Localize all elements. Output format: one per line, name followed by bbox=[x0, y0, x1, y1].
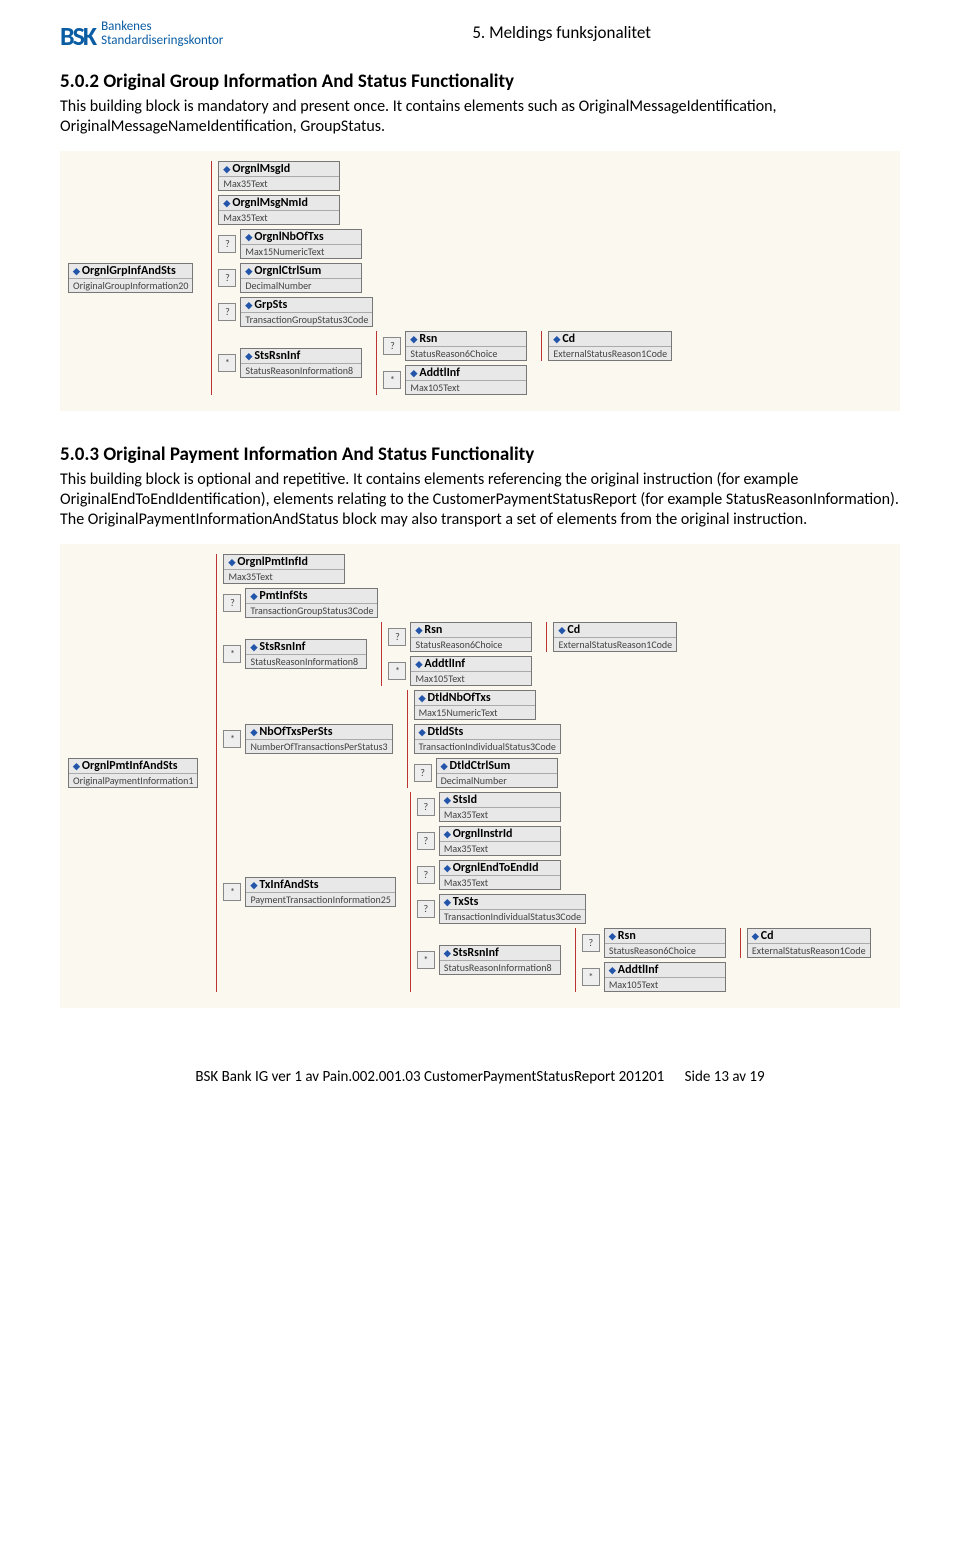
diamond-icon: ◆ bbox=[419, 727, 426, 738]
schema-node-orgnlctrlsum: ◆OrgnlCtrlSumDecimalNumber bbox=[240, 263, 362, 293]
diamond-icon: ◆ bbox=[444, 863, 451, 874]
schema-node-pmtinfsts: ◆PmtInfStsTransactionGroupStatus3Code bbox=[245, 588, 378, 618]
page-header: BSK Bankenes Standardiseringskontor 5. M… bbox=[60, 20, 900, 52]
schema-node-cd: ◆CdExternalStatusReason1Code bbox=[553, 622, 677, 652]
schema-node-dtldsts: ◆DtldStsTransactionIndividualStatus3Code bbox=[414, 724, 561, 754]
diamond-icon: ◆ bbox=[752, 931, 759, 942]
schema-node-dtldctrlsum: ◆DtldCtrlSumDecimalNumber bbox=[436, 758, 558, 788]
diamond-icon: ◆ bbox=[410, 334, 417, 345]
schema-node-addtlinf: ◆AddtlInfMax105Text bbox=[405, 365, 527, 395]
diamond-icon: ◆ bbox=[419, 693, 426, 704]
schema-node-txsts: ◆TxStsTransactionIndividualStatus3Code bbox=[439, 894, 586, 924]
section-502-heading: 5.0.2 Original Group Information And Sta… bbox=[60, 70, 900, 93]
occurrence-indicator: * bbox=[582, 968, 600, 986]
section-503-heading: 5.0.3 Original Payment Information And S… bbox=[60, 443, 900, 466]
schema-node-orgnlendtoendid: ◆OrgnlEndToEndIdMax35Text bbox=[439, 860, 561, 890]
schema-node-orgnlinstrid: ◆OrgnlInstrIdMax35Text bbox=[439, 826, 561, 856]
footer-doc: BSK Bank IG ver 1 av Pain.002.001.03 Cus… bbox=[195, 1068, 664, 1086]
diamond-icon: ◆ bbox=[609, 931, 616, 942]
occurrence-indicator: * bbox=[417, 951, 435, 969]
schema-node-stsrsninf: ◆StsRsnInfStatusReasonInformation8 bbox=[240, 348, 362, 378]
diamond-icon: ◆ bbox=[250, 642, 257, 653]
diamond-icon: ◆ bbox=[73, 761, 80, 772]
occurrence-indicator: ? bbox=[582, 934, 600, 952]
diamond-icon: ◆ bbox=[228, 557, 235, 568]
logo-symbol: BSK bbox=[60, 20, 95, 52]
diamond-icon: ◆ bbox=[410, 368, 417, 379]
schema-node-orgnlpmtinfid: ◆OrgnlPmtInfIdMax35Text bbox=[223, 554, 345, 584]
diagram-orgnlgrpinfandsts: ◆OrgnlGrpInfAndStsOriginalGroupInformati… bbox=[60, 151, 900, 411]
occurrence-indicator: ? bbox=[417, 866, 435, 884]
diamond-icon: ◆ bbox=[553, 334, 560, 345]
schema-node-orgnlnboftxs: ◆OrgnlNbOfTxsMax15NumericText bbox=[240, 229, 362, 259]
occurrence-indicator: ? bbox=[388, 628, 406, 646]
occurrence-indicator: * bbox=[383, 371, 401, 389]
schema-node-cd: ◆CdExternalStatusReason1Code bbox=[747, 928, 871, 958]
schema-node-nboftxspersts: ◆NbOfTxsPerStsNumberOfTransactionsPerSta… bbox=[245, 724, 392, 754]
diamond-icon: ◆ bbox=[245, 351, 252, 362]
diamond-icon: ◆ bbox=[444, 829, 451, 840]
diamond-icon: ◆ bbox=[415, 659, 422, 670]
schema-node-dtldnboftxs: ◆DtldNbOfTxsMax15NumericText bbox=[414, 690, 536, 720]
diamond-icon: ◆ bbox=[441, 761, 448, 772]
page-footer: BSK Bank IG ver 1 av Pain.002.001.03 Cus… bbox=[60, 1068, 900, 1106]
header-title: 5. Meldings funksjonalitet bbox=[223, 22, 900, 43]
diamond-icon: ◆ bbox=[245, 300, 252, 311]
diamond-icon: ◆ bbox=[250, 727, 257, 738]
schema-node-addtlinf: ◆AddtlInfMax105Text bbox=[604, 962, 726, 992]
occurrence-indicator: ? bbox=[223, 594, 241, 612]
schema-node-stsid: ◆StsIdMax35Text bbox=[439, 792, 561, 822]
schema-node-orgnlmsgid: ◆OrgnlMsgIdMax35Text bbox=[218, 161, 340, 191]
diamond-icon: ◆ bbox=[558, 625, 565, 636]
logo-text: Bankenes Standardiseringskontor bbox=[101, 20, 223, 47]
schema-node-orgnlpmtinfandsts: ◆OrgnlPmtInfAndStsOriginalPaymentInforma… bbox=[68, 758, 198, 788]
schema-node-orgnlgrpinfandsts: ◆OrgnlGrpInfAndStsOriginalGroupInformati… bbox=[68, 263, 193, 293]
diamond-icon: ◆ bbox=[223, 164, 230, 175]
occurrence-indicator: ? bbox=[417, 900, 435, 918]
schema-node-cd: ◆CdExternalStatusReason1Code bbox=[548, 331, 672, 361]
occurrence-indicator: * bbox=[223, 730, 241, 748]
diamond-icon: ◆ bbox=[245, 232, 252, 243]
schema-node-stsrsninf: ◆StsRsnInfStatusReasonInformation8 bbox=[245, 639, 367, 669]
schema-node-rsn: ◆RsnStatusReason6Choice bbox=[604, 928, 726, 958]
occurrence-indicator: * bbox=[223, 883, 241, 901]
logo: BSK Bankenes Standardiseringskontor bbox=[60, 20, 223, 52]
schema-node-rsn: ◆RsnStatusReason6Choice bbox=[410, 622, 532, 652]
diamond-icon: ◆ bbox=[444, 948, 451, 959]
occurrence-indicator: * bbox=[218, 354, 236, 372]
schema-node-grpsts: ◆GrpStsTransactionGroupStatus3Code bbox=[240, 297, 373, 327]
occurrence-indicator: ? bbox=[383, 337, 401, 355]
schema-node-rsn: ◆RsnStatusReason6Choice bbox=[405, 331, 527, 361]
diamond-icon: ◆ bbox=[73, 266, 80, 277]
diagram-orgnlpmtinfandsts: ◆OrgnlPmtInfAndStsOriginalPaymentInforma… bbox=[60, 544, 900, 1008]
schema-node-txinfandsts: ◆TxInfAndStsPaymentTransactionInformatio… bbox=[245, 877, 395, 907]
diamond-icon: ◆ bbox=[223, 198, 230, 209]
diamond-icon: ◆ bbox=[444, 897, 451, 908]
section-503-body: This building block is optional and repe… bbox=[60, 470, 900, 530]
diamond-icon: ◆ bbox=[245, 266, 252, 277]
occurrence-indicator: ? bbox=[417, 798, 435, 816]
diamond-icon: ◆ bbox=[444, 795, 451, 806]
section-502-body: This building block is mandatory and pre… bbox=[60, 97, 900, 137]
occurrence-indicator: ? bbox=[417, 832, 435, 850]
schema-node-stsrsninf: ◆StsRsnInfStatusReasonInformation8 bbox=[439, 945, 561, 975]
occurrence-indicator: ? bbox=[218, 235, 236, 253]
diamond-icon: ◆ bbox=[250, 591, 257, 602]
schema-node-addtlinf: ◆AddtlInfMax105Text bbox=[410, 656, 532, 686]
occurrence-indicator: ? bbox=[218, 269, 236, 287]
occurrence-indicator: ? bbox=[218, 303, 236, 321]
schema-node-orgnlmsgnmid: ◆OrgnlMsgNmIdMax35Text bbox=[218, 195, 340, 225]
occurrence-indicator: * bbox=[388, 662, 406, 680]
diamond-icon: ◆ bbox=[415, 625, 422, 636]
occurrence-indicator: ? bbox=[414, 764, 432, 782]
diamond-icon: ◆ bbox=[609, 965, 616, 976]
diamond-icon: ◆ bbox=[250, 880, 257, 891]
footer-page: Side 13 av 19 bbox=[685, 1068, 765, 1086]
occurrence-indicator: * bbox=[223, 645, 241, 663]
